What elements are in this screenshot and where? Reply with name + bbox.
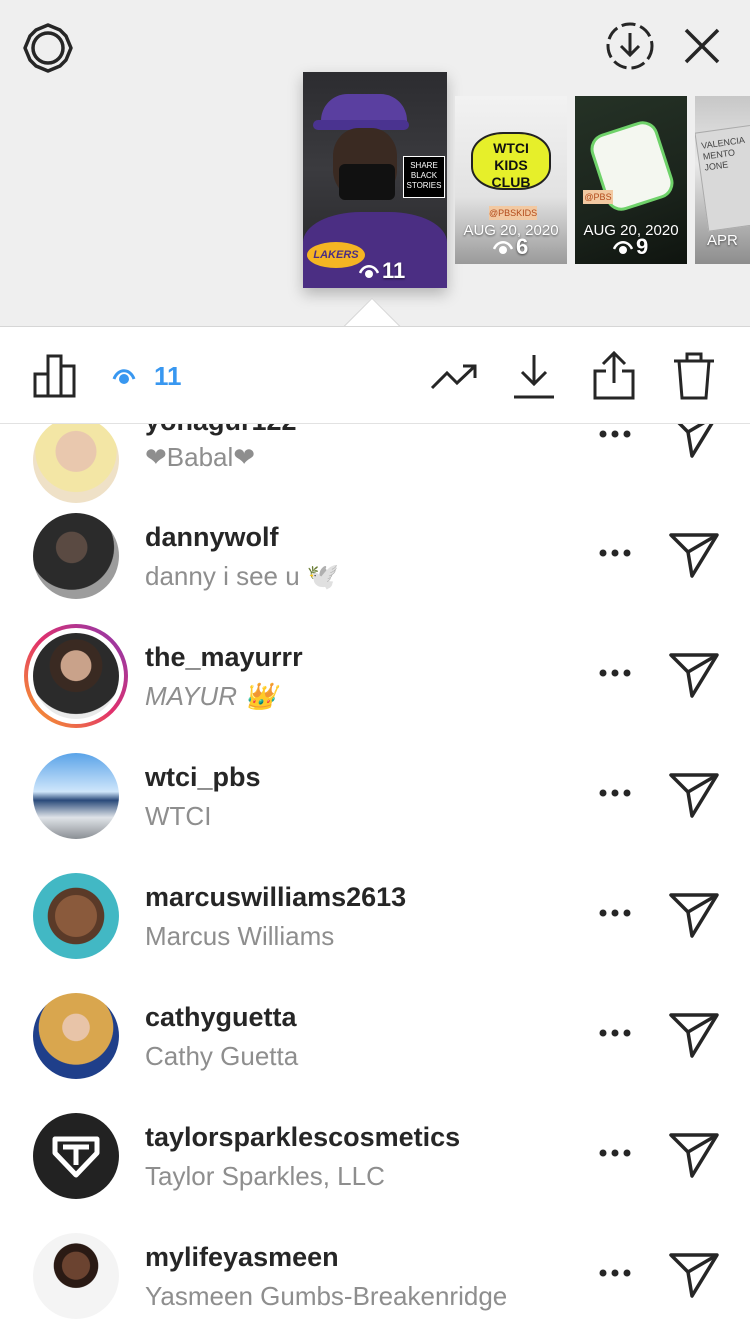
viewers-list[interactable]: yonagur122 ❤Babal❤ dannywolf danny i see… (0, 424, 750, 1334)
viewer-row[interactable]: marcuswilliams2613 Marcus Williams (0, 844, 750, 964)
eye-icon (112, 369, 136, 384)
avatar[interactable] (33, 513, 119, 599)
viewer-username[interactable]: taylorsparklescosmetics (145, 1122, 460, 1153)
avatar[interactable] (24, 624, 128, 728)
pbskids-tag: @PBSKIDS (489, 206, 538, 220)
viewer-full-name: Cathy Guetta (145, 1041, 299, 1071)
viewer-full-name: danny i see u 🕊️ (145, 561, 340, 591)
lakers-logo: LAKERS (307, 242, 365, 268)
more-horizontal-icon[interactable] (598, 1268, 632, 1278)
more-horizontal-icon[interactable] (598, 1028, 632, 1038)
viewer-username[interactable]: marcuswilliams2613 (145, 882, 406, 913)
more-horizontal-icon[interactable] (598, 668, 632, 678)
story-view-count: 11 (359, 258, 405, 284)
kids-club-logo: WTCI KIDS CLUB (471, 132, 551, 190)
viewer-row[interactable]: mylifeyasmeen Yasmeen Gumbs-Breakenridge (0, 1204, 750, 1324)
send-icon[interactable] (668, 1010, 720, 1058)
send-icon[interactable] (668, 650, 720, 698)
brand-logo-icon (52, 1136, 100, 1178)
viewer-full-name: WTCI (145, 801, 212, 831)
send-icon[interactable] (668, 1250, 720, 1298)
download-icon[interactable] (512, 353, 556, 399)
viewer-full-name: Marcus Williams (145, 921, 335, 951)
story-ring (28, 628, 124, 724)
avatar[interactable] (33, 1113, 119, 1199)
viewer-username[interactable]: dannywolf (145, 522, 279, 553)
story-thumbnail-wtci-kids-club[interactable]: WTCI KIDS CLUB @PBSKIDS AUG 20, 2020 6 (455, 96, 567, 264)
viewer-username[interactable]: mylifeyasmeen (145, 1242, 339, 1273)
viewer-username[interactable]: cathyguetta (145, 1002, 297, 1033)
send-icon[interactable] (668, 770, 720, 818)
story-view-count: 6 (493, 234, 528, 260)
eye-icon (613, 241, 633, 254)
viewer-row[interactable]: taylorsparklescosmetics Taylor Sparkles,… (0, 1084, 750, 1204)
more-horizontal-icon[interactable] (598, 548, 632, 558)
viewer-full-name: Taylor Sparkles, LLC (145, 1161, 385, 1191)
viewer-username[interactable]: wtci_pbs (145, 762, 261, 793)
story-viewer-header: LAKERS SHARE BLACK STORIES 11 WTCI KIDS CL… (0, 0, 750, 326)
trash-icon[interactable] (672, 351, 716, 401)
more-horizontal-icon[interactable] (598, 788, 632, 798)
eye-icon (359, 265, 379, 278)
story-date: APR (707, 232, 738, 249)
send-icon[interactable] (668, 1130, 720, 1178)
viewer-username[interactable]: yonagur122 (145, 424, 297, 437)
bar-chart-icon[interactable] (33, 354, 79, 398)
views-count[interactable]: 11 (154, 361, 182, 392)
share-black-stories-sticker: SHARE BLACK STORIES (403, 156, 445, 198)
viewer-full-name: ❤Babal❤ (145, 442, 256, 472)
trending-up-icon[interactable] (430, 363, 478, 391)
avatar[interactable] (33, 753, 119, 839)
viewer-row[interactable]: dannywolf danny i see u 🕊️ (0, 484, 750, 604)
story-view-count: 9 (613, 234, 648, 260)
avatar[interactable] (33, 873, 119, 959)
viewer-row[interactable]: wtci_pbs WTCI (0, 724, 750, 844)
viewer-full-name: MAYUR 👑 (145, 681, 277, 711)
pbs-tag: @PBS (583, 190, 613, 204)
avatar[interactable] (33, 993, 119, 1079)
viewer-row[interactable]: the_mayurrr MAYUR 👑 (0, 604, 750, 728)
more-horizontal-icon[interactable] (598, 908, 632, 918)
story-thumbnail-current[interactable]: LAKERS SHARE BLACK STORIES 11 (303, 72, 447, 288)
headstone-shape: VALENCIA MENTO JONE (695, 120, 750, 232)
viewer-row[interactable]: cathyguetta Cathy Guetta (0, 964, 750, 1084)
send-icon[interactable] (668, 890, 720, 938)
story-thumbnail-apr[interactable]: VALENCIA MENTO JONE APR (695, 96, 750, 264)
story-thumbnail-strip[interactable]: LAKERS SHARE BLACK STORIES 11 WTCI KIDS CL… (0, 0, 750, 326)
avatar[interactable] (33, 1233, 119, 1319)
more-horizontal-icon[interactable] (598, 429, 632, 439)
viewer-row[interactable]: yonagur122 ❤Babal❤ (0, 424, 750, 503)
share-icon[interactable] (592, 351, 636, 401)
send-icon[interactable] (668, 424, 720, 458)
viewer-username[interactable]: the_mayurrr (145, 642, 303, 673)
story-toolbar: 11 (0, 326, 750, 424)
eye-icon (493, 241, 513, 254)
send-icon[interactable] (668, 530, 720, 578)
more-horizontal-icon[interactable] (598, 1148, 632, 1158)
viewer-full-name: Yasmeen Gumbs-Breakenridge (145, 1281, 508, 1311)
mask-shape (339, 164, 395, 200)
story-thumbnail-green-tag[interactable]: @PBS AUG 20, 2020 9 (575, 96, 687, 264)
